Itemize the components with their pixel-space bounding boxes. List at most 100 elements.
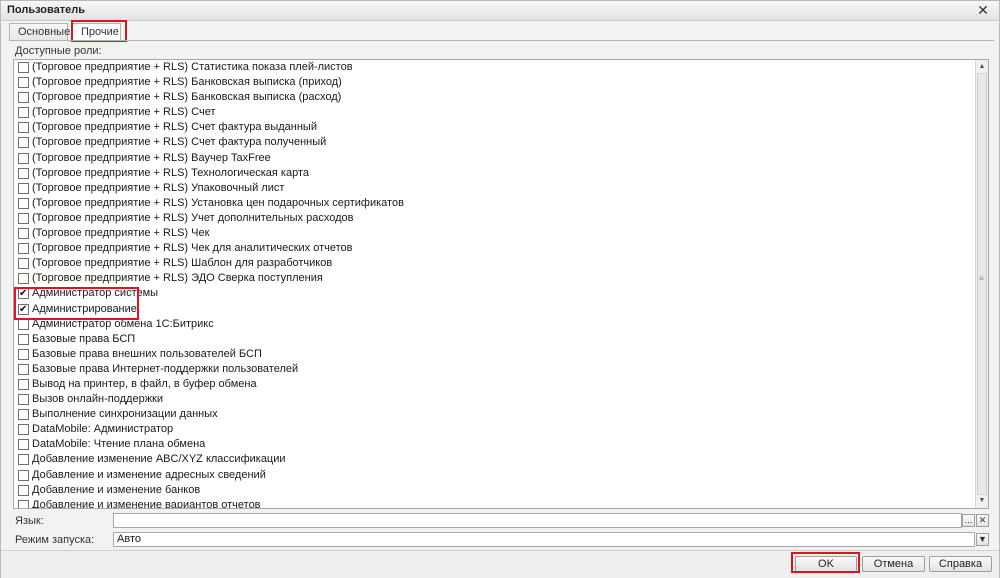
checkbox[interactable] (18, 197, 29, 209)
role-label: (Торговое предприятие + RLS) Ваучер TaxF… (32, 151, 271, 164)
role-row[interactable]: Базовые права БСП (14, 332, 974, 347)
checkbox[interactable] (18, 77, 29, 89)
role-row[interactable]: (Торговое предприятие + RLS) ЭДО Сверка … (14, 271, 974, 286)
role-row[interactable]: (Торговое предприятие + RLS) Счет фактур… (14, 120, 974, 135)
role-row[interactable]: Администратор обмена 1С:Битрикс (14, 317, 974, 332)
close-icon[interactable]: ✕ (975, 2, 991, 18)
language-select-button[interactable]: ... (962, 514, 975, 527)
checkbox[interactable] (18, 122, 29, 134)
checkbox[interactable] (18, 409, 29, 421)
checkbox[interactable] (18, 258, 29, 270)
role-row[interactable]: Добавление и изменение банков (14, 483, 974, 498)
checkbox[interactable] (18, 318, 29, 330)
role-row[interactable]: Добавление изменение ABC/XYZ классификац… (14, 452, 974, 467)
checkbox[interactable] (18, 454, 29, 466)
role-row[interactable]: DataMobile: Администратор (14, 422, 974, 437)
role-row[interactable]: (Торговое предприятие + RLS) Упаковочный… (14, 181, 974, 196)
checkbox[interactable] (18, 484, 29, 496)
checkbox[interactable] (18, 348, 29, 360)
tab-other[interactable]: Прочие (72, 23, 121, 41)
role-row[interactable]: (Торговое предприятие + RLS) Счет (14, 105, 974, 120)
role-label: (Торговое предприятие + RLS) Установка ц… (32, 196, 404, 209)
role-label: Базовые права БСП (32, 332, 136, 345)
role-row[interactable]: Администратор системы (14, 286, 974, 301)
role-label: Вызов онлайн-поддержки (32, 393, 164, 406)
language-label: Язык: (15, 515, 44, 527)
role-row[interactable]: Вызов онлайн-поддержки (14, 392, 974, 407)
role-row[interactable]: (Торговое предприятие + RLS) Банковская … (14, 90, 974, 105)
role-row[interactable]: (Торговое предприятие + RLS) Банковская … (14, 75, 974, 90)
role-label: DataMobile: Администратор (32, 423, 174, 436)
role-label: (Торговое предприятие + RLS) Счет фактур… (32, 136, 327, 149)
role-row[interactable]: Добавление и изменение адресных сведений (14, 468, 974, 483)
tab-main[interactable]: Основные (9, 23, 70, 40)
role-label: Добавление и изменение вариантов отчетов (32, 498, 261, 509)
role-label: Базовые права внешних пользователей БСП (32, 347, 262, 360)
cancel-button[interactable]: Отмена (862, 556, 925, 572)
launch-mode-label: Режим запуска: (15, 534, 95, 546)
role-row[interactable]: Базовые права Интернет-поддержки пользов… (14, 362, 974, 377)
role-label: DataMobile: Чтение плана обмена (32, 438, 206, 451)
checkbox[interactable] (18, 439, 29, 451)
check-icon[interactable] (18, 302, 29, 317)
role-row[interactable]: (Торговое предприятие + RLS) Статистика … (14, 60, 974, 75)
scroll-thumb[interactable] (977, 73, 987, 495)
checkbox[interactable] (18, 152, 29, 164)
checkbox[interactable] (18, 182, 29, 194)
role-row[interactable]: DataMobile: Чтение плана обмена (14, 437, 974, 452)
checkbox[interactable] (18, 469, 29, 481)
roles-list[interactable]: (Торговое предприятие + RLS) Статистика … (13, 59, 989, 509)
language-field[interactable] (113, 513, 962, 528)
role-row[interactable]: (Торговое предприятие + RLS) Ваучер TaxF… (14, 151, 974, 166)
role-row[interactable]: (Торговое предприятие + RLS) Счет фактур… (14, 135, 974, 150)
role-row[interactable]: Базовые права внешних пользователей БСП (14, 347, 974, 362)
checkbox[interactable] (18, 273, 29, 285)
role-row[interactable]: (Торговое предприятие + RLS) Шаблон для … (14, 256, 974, 271)
scroll-down-icon[interactable]: ▼ (976, 495, 988, 507)
role-row[interactable]: Администрирование (14, 302, 974, 317)
checkbox[interactable] (18, 363, 29, 375)
launch-mode-field[interactable]: Авто (113, 532, 975, 547)
role-label: Добавление и изменение адресных сведений (32, 468, 266, 481)
chevron-down-icon[interactable]: ▼ (976, 533, 989, 546)
role-row[interactable]: Выполнение синхронизации данных (14, 407, 974, 422)
checkbox[interactable] (18, 107, 29, 119)
role-label: (Торговое предприятие + RLS) Счет фактур… (32, 121, 317, 134)
role-label: (Торговое предприятие + RLS) Учет дополн… (32, 211, 354, 224)
role-row[interactable]: (Торговое предприятие + RLS) Чек для ана… (14, 241, 974, 256)
role-row[interactable]: Добавление и изменение вариантов отчетов (14, 498, 974, 509)
button-bar: OK Отмена Справка (1, 550, 999, 578)
check-icon[interactable] (18, 286, 29, 301)
role-row[interactable]: (Торговое предприятие + RLS) Технологиче… (14, 166, 974, 181)
role-row[interactable]: (Торговое предприятие + RLS) Установка ц… (14, 196, 974, 211)
help-button[interactable]: Справка (929, 556, 992, 572)
checkbox[interactable] (18, 92, 29, 104)
checkbox[interactable] (18, 378, 29, 390)
checkbox[interactable] (18, 228, 29, 240)
checkbox[interactable] (18, 243, 29, 255)
role-label: (Торговое предприятие + RLS) Банковская … (32, 91, 342, 104)
ok-button[interactable]: OK (795, 556, 857, 572)
checkbox[interactable] (18, 62, 29, 73)
checkbox[interactable] (18, 137, 29, 149)
checkbox[interactable] (18, 212, 29, 224)
checkbox[interactable] (18, 394, 29, 406)
checkbox[interactable] (18, 167, 29, 179)
role-label: Выполнение синхронизации данных (32, 408, 218, 421)
role-label: Вывод на принтер, в файл, в буфер обмена (32, 377, 257, 390)
role-label: (Торговое предприятие + RLS) Банковская … (32, 76, 342, 89)
language-clear-icon[interactable]: ✕ (976, 514, 989, 527)
checkbox[interactable] (18, 424, 29, 436)
checkbox[interactable] (18, 333, 29, 345)
role-label: Добавление изменение ABC/XYZ классификац… (32, 453, 286, 466)
role-label: (Торговое предприятие + RLS) ЭДО Сверка … (32, 272, 323, 285)
role-row[interactable]: Вывод на принтер, в файл, в буфер обмена (14, 377, 974, 392)
checkbox[interactable] (18, 499, 29, 508)
window-title: Пользователь (7, 4, 86, 16)
role-row[interactable]: (Торговое предприятие + RLS) Учет дополн… (14, 211, 974, 226)
role-label: Добавление и изменение банков (32, 483, 201, 496)
role-label: Администрирование (32, 302, 137, 315)
role-row[interactable]: (Торговое предприятие + RLS) Чек (14, 226, 974, 241)
roles-scrollbar[interactable]: ▲ ▼ (975, 60, 988, 508)
scroll-up-icon[interactable]: ▲ (976, 61, 988, 73)
